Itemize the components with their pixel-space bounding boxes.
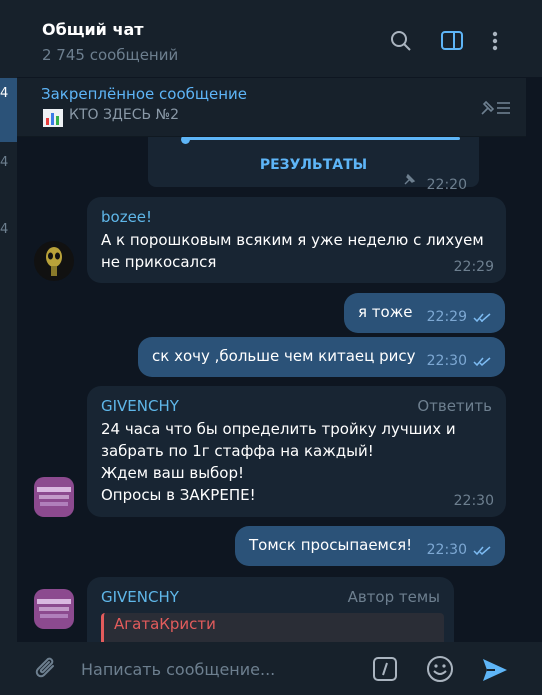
chat-header: Общий чат 2 745 сообщений xyxy=(17,0,542,77)
message-text-line: не прикосался xyxy=(101,253,217,271)
reply-action[interactable]: Ответить xyxy=(417,397,492,415)
message-time: 22:30 xyxy=(426,542,467,558)
poll-option-dot xyxy=(181,137,190,144)
chat-title[interactable]: Общий чат xyxy=(42,20,144,39)
chat-list-strip: 4 4 4 xyxy=(0,0,17,695)
incoming-message: GIVENCHY Ответить 24 часа что бы определ… xyxy=(87,386,506,517)
poll-message: РЕЗУЛЬТАТЫ 22:20 xyxy=(148,137,479,193)
poll-result-bar xyxy=(184,137,460,140)
incoming-message: bozee! А к порошковым всяким я уже недел… xyxy=(87,197,506,283)
pinned-message-bar[interactable]: Закреплённое сообщение КТО ЗДЕСЬ №2 xyxy=(17,78,526,137)
message-composer: Написать сообщение... xyxy=(17,642,542,695)
chat-list-unread-count: 4 xyxy=(0,155,9,170)
message-text: ск хочу ,больше чем китаец рису xyxy=(152,347,416,365)
message-text-line: Ждем ваш выбор! xyxy=(101,464,245,482)
pinned-message-title: Закреплённое сообщение xyxy=(41,85,248,103)
sidebar-toggle-icon[interactable] xyxy=(440,30,464,52)
message-sender[interactable]: GIVENCHY xyxy=(101,397,179,415)
send-icon[interactable] xyxy=(481,657,509,683)
double-check-icon xyxy=(473,357,491,367)
message-sender[interactable]: bozee! xyxy=(101,208,152,226)
chat-subtitle: 2 745 сообщений xyxy=(42,46,179,64)
pin-icon xyxy=(404,173,416,185)
outgoing-message: я тоже 22:29 xyxy=(344,293,505,333)
message-text-line: А к порошковым всяким я уже неделю с лих… xyxy=(101,231,484,249)
user-avatar[interactable] xyxy=(34,241,74,281)
message-text-line: забрать по 1г стаффа на каждый! xyxy=(101,442,374,460)
chart-emoji-icon xyxy=(43,109,63,127)
message-text-line: 24 часа что бы определить тройку лучших … xyxy=(101,420,456,438)
message-sender[interactable]: GIVENCHY xyxy=(101,588,179,606)
pin-list-icon[interactable] xyxy=(479,99,513,117)
attach-icon[interactable] xyxy=(35,656,59,682)
more-menu-icon[interactable] xyxy=(491,30,499,52)
outgoing-message: Томск просыпаемся! 22:30 xyxy=(235,526,505,566)
user-avatar[interactable] xyxy=(34,589,74,629)
reply-quote-sender: АгатаКристи xyxy=(114,615,216,633)
double-check-icon xyxy=(473,546,491,556)
chat-list-unread-count: 4 xyxy=(0,222,9,237)
incoming-message: GIVENCHY Автор темы АгатаКристи xyxy=(87,577,454,642)
emoji-icon[interactable] xyxy=(426,655,454,683)
message-text: Томск просыпаемся! xyxy=(249,536,413,554)
double-check-icon xyxy=(473,313,491,323)
sender-role-badge: Автор темы xyxy=(347,588,440,606)
message-text-line: Опросы в ЗАКРЕПЕ! xyxy=(101,486,256,504)
message-time: 22:20 xyxy=(426,177,467,193)
message-text: я тоже xyxy=(358,303,413,321)
message-time: 22:29 xyxy=(453,259,494,275)
message-input[interactable]: Написать сообщение... xyxy=(81,660,275,679)
search-icon[interactable] xyxy=(390,30,412,52)
message-time: 22:30 xyxy=(426,353,467,369)
pinned-message-text: КТО ЗДЕСЬ №2 xyxy=(69,107,180,123)
message-list[interactable]: РЕЗУЛЬТАТЫ 22:20 bozee! А к порошковым в… xyxy=(17,137,542,642)
chat-list-unread-count: 4 xyxy=(0,86,9,101)
outgoing-message: ск хочу ,больше чем китаец рису 22:30 xyxy=(138,337,505,377)
commands-icon[interactable] xyxy=(372,656,398,682)
reply-quote[interactable]: АгатаКристи xyxy=(101,613,444,642)
user-avatar[interactable] xyxy=(34,477,74,517)
poll-results-button[interactable]: РЕЗУЛЬТАТЫ xyxy=(148,157,479,173)
message-time: 22:29 xyxy=(426,309,467,325)
message-time: 22:30 xyxy=(453,493,494,509)
